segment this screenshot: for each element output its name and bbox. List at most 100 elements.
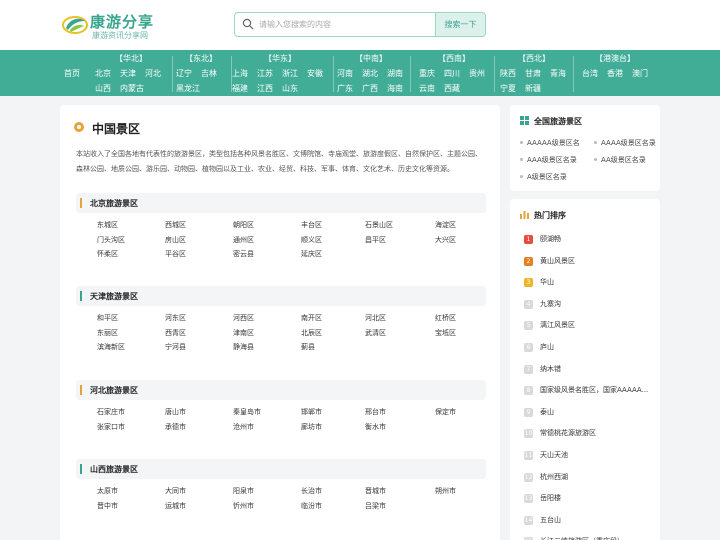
hot-list-item[interactable]: 8 国家级风景名胜区，国家AAAAA... bbox=[524, 385, 648, 396]
search-button[interactable]: 搜索一下 bbox=[435, 13, 485, 36]
city-link[interactable]: 昌平区 bbox=[365, 235, 386, 245]
nav-province-link[interactable]: 甘肃 bbox=[525, 68, 541, 79]
hot-list-item[interactable]: 6 庐山 bbox=[524, 342, 554, 352]
city-link[interactable]: 津南区 bbox=[233, 328, 254, 338]
nav-province-link[interactable]: 宁夏 bbox=[500, 83, 516, 94]
nav-province-link[interactable]: 湖南 bbox=[387, 68, 403, 79]
hot-list-item[interactable]: 14 五台山 bbox=[524, 515, 561, 525]
city-link[interactable]: 红桥区 bbox=[435, 313, 456, 323]
city-link[interactable]: 长治市 bbox=[301, 486, 322, 496]
nav-province-link[interactable]: 新疆 bbox=[525, 83, 541, 94]
nav-province-link[interactable]: 香港 bbox=[607, 68, 623, 79]
city-link[interactable]: 和平区 bbox=[97, 313, 118, 323]
hot-list-item[interactable]: 4 九寨沟 bbox=[524, 299, 561, 309]
section-title[interactable]: 北京旅游景区 bbox=[90, 198, 138, 209]
city-link[interactable]: 静海县 bbox=[233, 342, 254, 352]
nav-province-link[interactable]: 广东 bbox=[337, 83, 353, 94]
city-link[interactable]: 晋中市 bbox=[97, 501, 118, 511]
nav-region-title[interactable]: 【中南】 bbox=[337, 53, 405, 64]
nav-region-title[interactable]: 【东北】 bbox=[176, 53, 226, 64]
city-link[interactable]: 平谷区 bbox=[165, 249, 186, 259]
level-link[interactable]: AAA级景区名录 bbox=[520, 155, 577, 165]
city-link[interactable]: 衡水市 bbox=[365, 422, 386, 432]
level-link[interactable]: AAAAA级景区名 bbox=[520, 138, 580, 148]
city-link[interactable]: 保定市 bbox=[435, 407, 456, 417]
nav-province-link[interactable]: 安徽 bbox=[307, 68, 323, 79]
city-link[interactable]: 张家口市 bbox=[97, 422, 125, 432]
city-link[interactable]: 太原市 bbox=[97, 486, 118, 496]
nav-province-link[interactable]: 天津 bbox=[120, 68, 136, 79]
nav-province-link[interactable]: 内蒙古 bbox=[120, 83, 144, 94]
level-link[interactable]: AAAA级景区名录 bbox=[594, 138, 656, 148]
hot-list-item[interactable]: 2 黄山风景区 bbox=[524, 256, 575, 266]
hot-list-item[interactable]: 3 华山 bbox=[524, 277, 554, 288]
nav-province-link[interactable]: 江西 bbox=[257, 83, 273, 94]
city-link[interactable]: 朝阳区 bbox=[233, 220, 254, 230]
nav-province-link[interactable]: 江苏 bbox=[257, 68, 273, 79]
nav-home-link[interactable]: 首页 bbox=[64, 68, 80, 79]
nav-province-link[interactable]: 上海 bbox=[232, 68, 248, 79]
hot-list-item[interactable]: 10 常德桃花源旅游区 bbox=[524, 428, 596, 439]
city-link[interactable]: 顺义区 bbox=[301, 235, 322, 245]
hot-list-item[interactable]: 1 颐湖畅 bbox=[524, 234, 561, 244]
city-link[interactable]: 秦皇岛市 bbox=[233, 407, 261, 417]
city-link[interactable]: 承德市 bbox=[165, 422, 186, 432]
city-link[interactable]: 河西区 bbox=[233, 313, 254, 323]
city-link[interactable]: 邢台市 bbox=[365, 407, 386, 417]
nav-province-link[interactable]: 北京 bbox=[95, 68, 111, 79]
hot-list-item[interactable]: 15长江三峡旅游区（重庆段） bbox=[524, 536, 624, 540]
nav-province-link[interactable]: 重庆 bbox=[419, 68, 435, 79]
nav-province-link[interactable]: 黑龙江 bbox=[176, 83, 200, 94]
section-title[interactable]: 河北旅游景区 bbox=[90, 385, 138, 396]
city-link[interactable]: 通州区 bbox=[233, 235, 254, 245]
city-link[interactable]: 石家庄市 bbox=[97, 407, 125, 417]
city-link[interactable]: 大同市 bbox=[165, 486, 186, 496]
hot-list-item[interactable]: 5 漓江风景区 bbox=[524, 320, 575, 331]
nav-province-link[interactable]: 四川 bbox=[444, 68, 460, 79]
city-link[interactable]: 沧州市 bbox=[233, 422, 254, 432]
nav-region-title[interactable]: 【西北】 bbox=[500, 53, 568, 64]
city-link[interactable]: 唐山市 bbox=[165, 407, 186, 417]
city-link[interactable]: 房山区 bbox=[165, 235, 186, 245]
nav-province-link[interactable]: 河北 bbox=[145, 68, 161, 79]
city-link[interactable]: 吕梁市 bbox=[365, 501, 386, 511]
nav-region-title[interactable]: 【华东】 bbox=[232, 53, 328, 64]
city-link[interactable]: 运城市 bbox=[165, 501, 186, 511]
hot-list-item[interactable]: 12 杭州西湖 bbox=[524, 472, 568, 482]
site-logo[interactable]: 康游分享 康游资讯分享网 bbox=[62, 10, 162, 42]
city-link[interactable]: 南开区 bbox=[301, 313, 322, 323]
city-link[interactable]: 延庆区 bbox=[301, 249, 322, 259]
nav-province-link[interactable]: 陕西 bbox=[500, 68, 516, 79]
nav-province-link[interactable]: 山东 bbox=[282, 83, 298, 94]
city-link[interactable]: 大兴区 bbox=[435, 235, 456, 245]
nav-region-title[interactable]: 【华北】 bbox=[95, 53, 167, 64]
city-link[interactable]: 滨海新区 bbox=[97, 342, 125, 352]
section-title[interactable]: 山西旅游景区 bbox=[90, 464, 138, 475]
city-link[interactable]: 东丽区 bbox=[97, 328, 118, 338]
level-link[interactable]: AA级景区名录 bbox=[594, 155, 646, 165]
nav-province-link[interactable]: 海南 bbox=[387, 83, 403, 94]
city-link[interactable]: 邯郸市 bbox=[301, 407, 322, 417]
city-link[interactable]: 丰台区 bbox=[301, 220, 322, 230]
city-link[interactable]: 阳泉市 bbox=[233, 486, 254, 496]
city-link[interactable]: 北辰区 bbox=[301, 328, 322, 338]
nav-province-link[interactable]: 澳门 bbox=[632, 68, 648, 79]
nav-province-link[interactable]: 福建 bbox=[232, 83, 248, 94]
city-link[interactable]: 蓟县 bbox=[301, 342, 315, 352]
city-link[interactable]: 河东区 bbox=[165, 313, 186, 323]
city-link[interactable]: 武清区 bbox=[365, 328, 386, 338]
city-link[interactable]: 西青区 bbox=[165, 328, 186, 338]
nav-province-link[interactable]: 湖北 bbox=[362, 68, 378, 79]
nav-province-link[interactable]: 辽宁 bbox=[176, 68, 192, 79]
nav-province-link[interactable]: 西藏 bbox=[444, 83, 460, 94]
level-link[interactable]: A级景区名录 bbox=[520, 172, 567, 182]
city-link[interactable]: 廊坊市 bbox=[301, 422, 322, 432]
nav-province-link[interactable]: 广西 bbox=[362, 83, 378, 94]
nav-province-link[interactable]: 河南 bbox=[337, 68, 353, 79]
section-title[interactable]: 天津旅游景区 bbox=[90, 291, 138, 302]
city-link[interactable]: 宝坻区 bbox=[435, 328, 456, 338]
city-link[interactable]: 晋城市 bbox=[365, 486, 386, 496]
city-link[interactable]: 门头沟区 bbox=[97, 235, 125, 245]
city-link[interactable]: 海淀区 bbox=[435, 220, 456, 230]
city-link[interactable]: 东城区 bbox=[97, 220, 118, 230]
